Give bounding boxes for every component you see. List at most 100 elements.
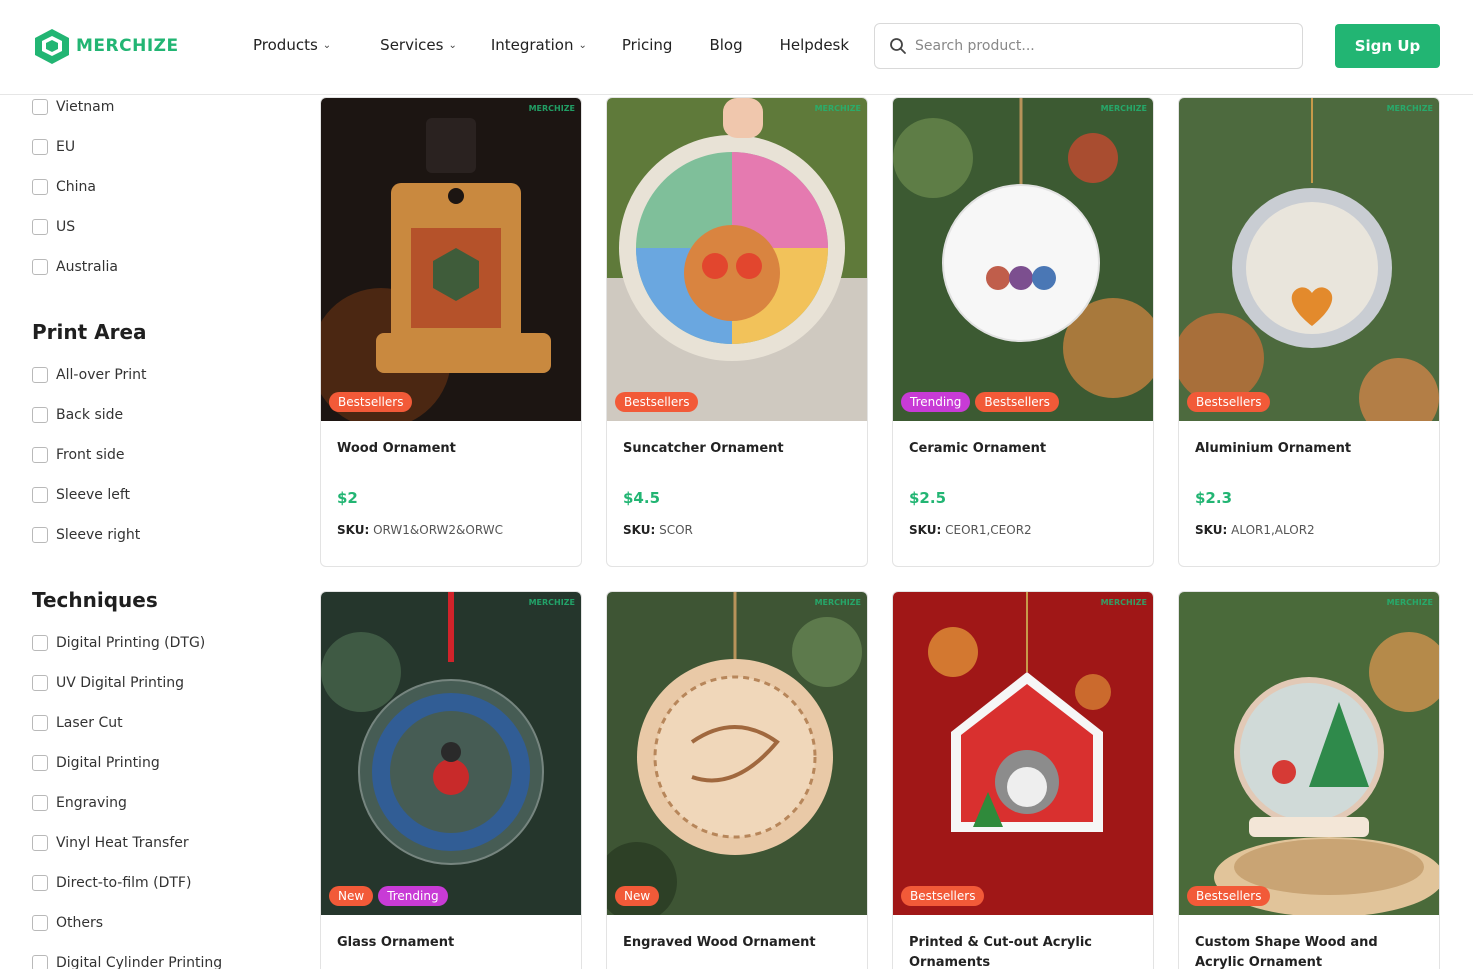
checkbox[interactable] xyxy=(32,955,48,969)
watermark: MERCHIZE xyxy=(1387,104,1433,113)
filter-label: UV Digital Printing xyxy=(56,675,184,691)
watermark-text: MERCHIZE xyxy=(1386,598,1433,607)
sku-value: CEOR1,CEOR2 xyxy=(945,523,1032,537)
search-icon xyxy=(890,38,906,54)
filter-label: Engraving xyxy=(56,795,127,811)
checkbox[interactable] xyxy=(32,447,48,463)
checkbox[interactable] xyxy=(32,875,48,891)
chevron-down-icon: ⌄ xyxy=(322,39,332,51)
nav-integration-label: Integration xyxy=(490,36,574,54)
product-card[interactable]: MERCHIZE Bestsellers Suncatcher Ornament… xyxy=(606,97,868,567)
filter-location-eu[interactable]: EU xyxy=(32,139,75,155)
filter-label: Digital Printing (DTG) xyxy=(56,635,206,651)
watermark: MERCHIZE xyxy=(1101,104,1147,113)
filter-tech-digital-printing[interactable]: Digital Printing xyxy=(32,755,160,771)
filter-tech-vinyl[interactable]: Vinyl Heat Transfer xyxy=(32,835,189,851)
product-card[interactable]: MERCHIZE Bestsellers Aluminium Ornament … xyxy=(1178,97,1440,567)
wreath-glass-ornament-icon xyxy=(321,592,581,915)
checkbox[interactable] xyxy=(32,755,48,771)
badge-group: Bestsellers xyxy=(615,392,699,412)
product-sku: SKU: SCOR xyxy=(623,523,693,537)
checkbox[interactable] xyxy=(32,835,48,851)
filter-tech-others[interactable]: Others xyxy=(32,915,103,931)
filter-tech-dtf[interactable]: Direct-to-film (DTF) xyxy=(32,875,191,891)
filter-label: All-over Print xyxy=(56,367,147,383)
badge-group: Bestsellers xyxy=(1187,886,1271,906)
filter-location-us[interactable]: US xyxy=(32,219,75,235)
checkbox[interactable] xyxy=(32,367,48,383)
product-name[interactable]: Printed & Cut-out Acrylic Ornaments xyxy=(909,933,1139,969)
checkbox[interactable] xyxy=(32,915,48,931)
filter-print-front-side[interactable]: Front side xyxy=(32,447,125,463)
nav-blog-label: Blog xyxy=(709,36,743,54)
filter-label: Sleeve right xyxy=(56,527,141,543)
product-card[interactable]: MERCHIZE Trending Bestsellers Ceramic Or… xyxy=(892,97,1154,567)
product-name[interactable]: Custom Shape Wood and Acrylic Ornament xyxy=(1195,933,1425,969)
checkbox[interactable] xyxy=(32,795,48,811)
nav-blog[interactable]: Blog xyxy=(709,36,742,54)
nav-helpdesk-label: Helpdesk xyxy=(779,36,850,54)
product-name[interactable]: Glass Ornament xyxy=(337,933,567,953)
nav-integration[interactable]: Integration ⌄ xyxy=(491,36,587,54)
filter-print-sleeve-right[interactable]: Sleeve right xyxy=(32,527,140,543)
checkbox[interactable] xyxy=(32,219,48,235)
filter-label: Sleeve left xyxy=(56,487,131,503)
product-image: MERCHIZE Bestsellers xyxy=(607,98,867,421)
halloween-wood-ornament-icon xyxy=(321,98,581,421)
search-input[interactable] xyxy=(915,38,1275,54)
watermark-text: MERCHIZE xyxy=(528,598,575,607)
filter-tech-uv[interactable]: UV Digital Printing xyxy=(32,675,184,691)
happy-wedding-wood-ornament-icon xyxy=(607,592,867,915)
badge-group: Bestsellers xyxy=(1187,392,1271,412)
watermark: MERCHIZE xyxy=(1101,598,1147,607)
filter-label: Vinyl Heat Transfer xyxy=(56,835,189,851)
nav-services-label: Services xyxy=(380,36,444,54)
nav-services[interactable]: Services ⌄ xyxy=(380,36,457,54)
product-sku: SKU: ORW1&ORW2&ORWC xyxy=(337,523,503,537)
filter-location-vietnam[interactable]: Vietnam xyxy=(32,99,114,115)
product-card[interactable]: MERCHIZE Bestsellers Wood Ornament $2 SK… xyxy=(320,97,582,567)
nav-pricing[interactable]: Pricing xyxy=(622,36,673,54)
search-box[interactable] xyxy=(874,23,1303,69)
filter-print-all-over[interactable]: All-over Print xyxy=(32,367,147,383)
merchize-logo[interactable]: MERCHIZE xyxy=(32,27,179,65)
checkbox[interactable] xyxy=(32,675,48,691)
checkbox[interactable] xyxy=(32,259,48,275)
filter-tech-engraving[interactable]: Engraving xyxy=(32,795,127,811)
filter-tech-laser-cut[interactable]: Laser Cut xyxy=(32,715,123,731)
badge-bestsellers: Bestsellers xyxy=(615,392,699,412)
filter-print-back-side[interactable]: Back side xyxy=(32,407,123,423)
checkbox[interactable] xyxy=(32,527,48,543)
product-name[interactable]: Aluminium Ornament xyxy=(1195,439,1425,459)
product-sku: SKU: ALOR1,ALOR2 xyxy=(1195,523,1315,537)
product-name[interactable]: Ceramic Ornament xyxy=(909,439,1139,459)
checkbox[interactable] xyxy=(32,407,48,423)
nav-helpdesk[interactable]: Helpdesk xyxy=(780,36,849,54)
product-image: MERCHIZE Bestsellers xyxy=(1179,98,1439,421)
sign-up-button[interactable]: Sign Up xyxy=(1335,24,1440,68)
filter-tech-digital-cylinder[interactable]: Digital Cylinder Printing xyxy=(32,955,222,969)
checkbox[interactable] xyxy=(32,715,48,731)
checkbox[interactable] xyxy=(32,179,48,195)
filter-print-sleeve-left[interactable]: Sleeve left xyxy=(32,487,130,503)
daughter-ceramic-ornament-icon xyxy=(893,98,1153,421)
product-card[interactable]: MERCHIZE Bestsellers Custom Shape Wood a… xyxy=(1178,591,1440,969)
checkbox[interactable] xyxy=(32,99,48,115)
nav-products[interactable]: Products ⌄ xyxy=(253,36,331,54)
filter-tech-dtg[interactable]: Digital Printing (DTG) xyxy=(32,635,205,651)
watermark: MERCHIZE xyxy=(529,598,575,607)
product-name[interactable]: Wood Ornament xyxy=(337,439,567,459)
checkbox[interactable] xyxy=(32,635,48,651)
checkbox[interactable] xyxy=(32,139,48,155)
checkbox[interactable] xyxy=(32,487,48,503)
product-card[interactable]: MERCHIZE New Engraved Wood Ornament xyxy=(606,591,868,969)
product-card[interactable]: MERCHIZE Bestsellers Printed & Cut-out A… xyxy=(892,591,1154,969)
product-name[interactable]: Engraved Wood Ornament xyxy=(623,933,853,953)
product-card[interactable]: MERCHIZE New Trending Glass Ornament xyxy=(320,591,582,969)
product-sku: SKU: CEOR1,CEOR2 xyxy=(909,523,1032,537)
filter-location-china[interactable]: China xyxy=(32,179,96,195)
filter-location-australia[interactable]: Australia xyxy=(32,259,118,275)
nav-pricing-label: Pricing xyxy=(621,36,673,54)
badge-group: Bestsellers xyxy=(329,392,413,412)
product-name[interactable]: Suncatcher Ornament xyxy=(623,439,853,459)
